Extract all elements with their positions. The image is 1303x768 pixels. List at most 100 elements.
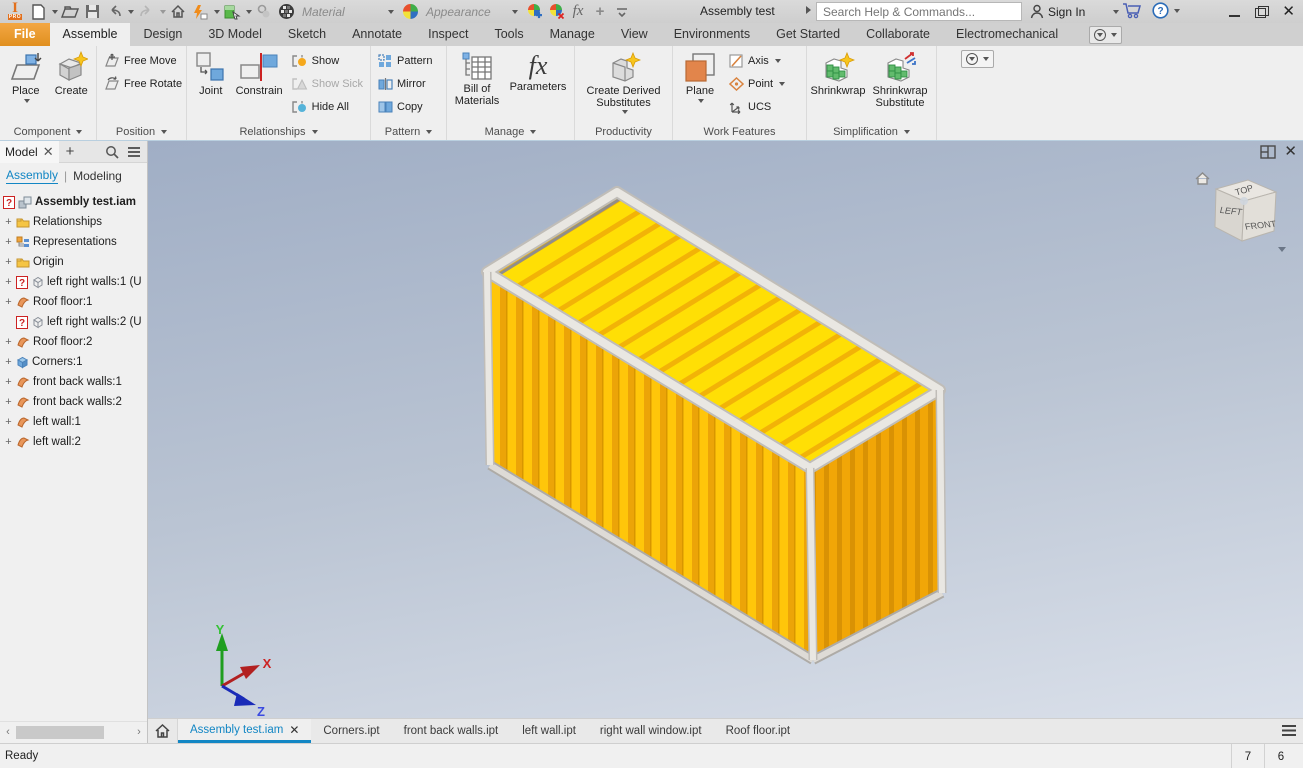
axis-button[interactable]: Axis xyxy=(725,49,789,72)
minimize-button[interactable] xyxy=(1228,6,1241,18)
new-file-icon[interactable] xyxy=(28,2,48,22)
expand-icon[interactable] xyxy=(4,218,13,227)
ucs-button[interactable]: UCS xyxy=(725,95,789,118)
doc-tab-front-back-walls[interactable]: front back walls.ipt xyxy=(392,719,511,743)
parameters-button[interactable]: fx Parameters xyxy=(505,49,571,95)
viewcube[interactable]: TOP LEFT FRONT xyxy=(1192,167,1288,253)
expand-icon[interactable] xyxy=(4,438,13,447)
sign-in-dropdown[interactable] xyxy=(1113,9,1120,14)
viewcube-home-icon[interactable] xyxy=(1194,171,1211,189)
ribbon-collapse-button[interactable] xyxy=(1089,26,1123,44)
tab-assemble[interactable]: Assemble xyxy=(49,23,131,46)
graphics-viewport[interactable]: Y X Z ✕ TOP LEFT FRONT xyxy=(148,141,1303,718)
show-sick-button[interactable]: Show Sick xyxy=(287,72,367,95)
browser-search-icon[interactable] xyxy=(105,145,119,159)
tree-item-representations[interactable]: Representations xyxy=(0,232,147,252)
doc-tab-corners[interactable]: Corners.ipt xyxy=(311,719,391,743)
tab-environments[interactable]: Environments xyxy=(661,23,763,46)
expand-icon[interactable] xyxy=(4,338,13,347)
tree-item-corners-1[interactable]: Corners:1 xyxy=(0,352,147,372)
joint-button[interactable]: Joint xyxy=(190,49,232,99)
help-dropdown[interactable] xyxy=(1174,8,1180,13)
viewport-close-icon[interactable]: ✕ xyxy=(1284,144,1297,159)
material-browser-icon[interactable] xyxy=(276,2,296,22)
tree-item-roof-floor-1[interactable]: Roof floor:1 xyxy=(0,292,147,312)
browser-add-icon[interactable]: + xyxy=(59,143,82,160)
tab-design[interactable]: Design xyxy=(130,23,195,46)
doc-tab-assembly-test[interactable]: Assembly test.iam ✕ xyxy=(178,719,312,743)
place-button[interactable]: Place xyxy=(3,49,48,105)
undo-icon[interactable] xyxy=(104,2,124,22)
create-derived-substitutes-button[interactable]: Create Derived Substitutes xyxy=(578,49,669,116)
show-button[interactable]: Show xyxy=(287,49,367,72)
expand-icon[interactable] xyxy=(4,258,13,267)
doc-tab-close-icon[interactable]: ✕ xyxy=(289,723,299,737)
tree-item-left-wall-1[interactable]: left wall:1 xyxy=(0,412,147,432)
close-button[interactable]: ✕ xyxy=(1282,4,1295,19)
app-store-cart-icon[interactable] xyxy=(1122,2,1142,22)
pattern-button[interactable]: Pattern xyxy=(374,49,436,72)
point-dropdown[interactable] xyxy=(779,81,786,86)
new-file-dropdown[interactable] xyxy=(52,9,58,14)
tree-item-assembly-root[interactable]: ? Assembly test.iam xyxy=(0,192,147,212)
scroll-left-icon[interactable]: ‹ xyxy=(0,726,16,738)
qat-customize-icon[interactable] xyxy=(612,2,632,22)
title-overflow-arrow[interactable] xyxy=(806,6,811,14)
view-tab-modeling[interactable]: Modeling xyxy=(73,169,122,183)
panel-component-title[interactable]: Component xyxy=(0,123,96,140)
ribbon-display-toggle[interactable] xyxy=(961,50,994,68)
panel-manage-title[interactable]: Manage xyxy=(447,123,574,140)
bill-of-materials-button[interactable]: Bill of Materials xyxy=(450,49,504,109)
expand-icon[interactable] xyxy=(4,278,13,287)
expand-icon[interactable] xyxy=(4,378,13,387)
tab-manage[interactable]: Manage xyxy=(537,23,608,46)
doc-tab-right-wall-window[interactable]: right wall window.ipt xyxy=(588,719,714,743)
axis-dropdown[interactable] xyxy=(774,58,781,63)
panel-work-features-title[interactable]: Work Features xyxy=(673,123,806,140)
tab-electromechanical[interactable]: Electromechanical xyxy=(943,23,1071,46)
redo-icon[interactable] xyxy=(136,2,156,22)
browser-tab-model[interactable]: Model ✕ xyxy=(0,140,59,163)
select-icon[interactable] xyxy=(222,2,242,22)
tree-item-left-right-walls-2[interactable]: ? left right walls:2 (U xyxy=(0,312,147,332)
tab-sketch[interactable]: Sketch xyxy=(275,23,339,46)
doc-tab-left-wall[interactable]: left wall.ipt xyxy=(510,719,588,743)
local-update-icon[interactable] xyxy=(190,2,210,22)
inventor-logo-icon[interactable]: I PRO xyxy=(4,1,26,22)
plane-dropdown[interactable] xyxy=(698,99,704,103)
view-tab-assembly[interactable]: Assembly xyxy=(6,168,59,184)
expand-icon[interactable] xyxy=(4,418,13,427)
doc-home-icon[interactable] xyxy=(148,719,178,743)
material-combo[interactable]: Material xyxy=(298,2,398,21)
tab-annotate[interactable]: Annotate xyxy=(339,23,415,46)
tree-item-left-wall-2[interactable]: left wall:2 xyxy=(0,432,147,452)
shrinkwrap-button[interactable]: Shrinkwrap xyxy=(810,49,866,99)
redo-dropdown[interactable] xyxy=(160,9,166,14)
mirror-button[interactable]: Mirror xyxy=(374,72,436,95)
tree-item-origin[interactable]: Origin xyxy=(0,252,147,272)
panel-relationships-title[interactable]: Relationships xyxy=(187,123,370,140)
tab-file[interactable]: File xyxy=(0,23,50,46)
undo-dropdown[interactable] xyxy=(128,9,134,14)
place-dropdown[interactable] xyxy=(23,99,30,103)
tree-item-front-back-walls-1[interactable]: front back walls:1 xyxy=(0,372,147,392)
viewcube-corner-handle[interactable] xyxy=(1240,197,1248,205)
viewport-layout-icon[interactable] xyxy=(1260,145,1277,159)
container-model[interactable]: Y X Z xyxy=(148,141,1303,718)
panel-simplification-title[interactable]: Simplification xyxy=(807,123,936,140)
tab-tools[interactable]: Tools xyxy=(481,23,536,46)
help-search-input[interactable] xyxy=(816,2,1022,21)
browser-tab-close-icon[interactable]: ✕ xyxy=(43,144,54,160)
return-icon[interactable] xyxy=(254,2,274,22)
viewcube-menu-icon[interactable] xyxy=(1276,245,1288,253)
restore-button[interactable] xyxy=(1255,5,1270,18)
expand-icon[interactable] xyxy=(4,358,13,367)
browser-menu-icon[interactable] xyxy=(127,146,141,158)
create-derived-substitutes-dropdown[interactable] xyxy=(621,110,628,114)
copy-button[interactable]: Copy xyxy=(374,95,436,118)
local-update-dropdown[interactable] xyxy=(214,9,220,14)
tab-inspect[interactable]: Inspect xyxy=(415,23,481,46)
appearance-combo[interactable]: Appearance xyxy=(422,2,522,21)
adjust-appearance-icon[interactable] xyxy=(524,2,544,22)
tree-item-front-back-walls-2[interactable]: front back walls:2 xyxy=(0,392,147,412)
